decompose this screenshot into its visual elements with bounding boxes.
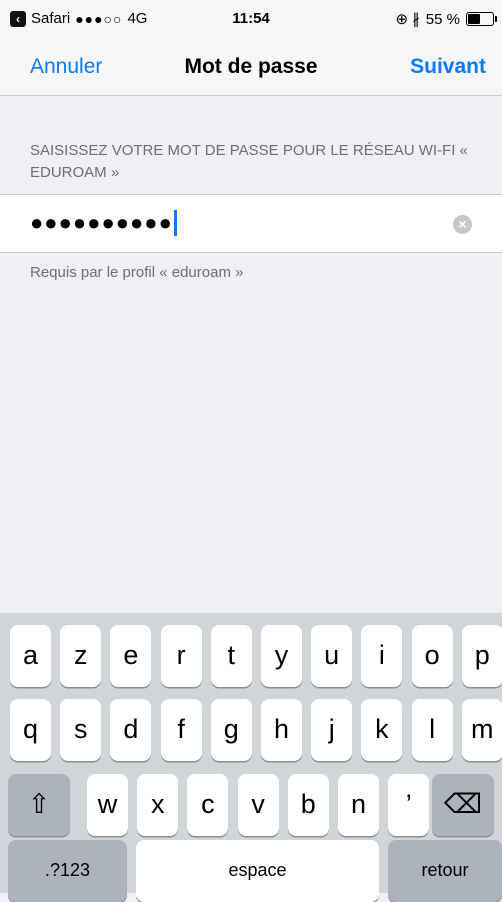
status-right: ⊕ ∦ 55 %	[395, 10, 497, 28]
profile-requirement-note: Requis par le profil « eduroam »	[30, 264, 244, 281]
key-q[interactable]: q	[10, 699, 51, 761]
status-bar: ‹ Safari ●●●○○ 4G 11:54 ⊕ ∦ 55 %	[0, 0, 502, 40]
key-n[interactable]: n	[338, 774, 379, 836]
shift-key[interactable]: ⇧	[8, 774, 70, 836]
key-f[interactable]: f	[160, 699, 202, 761]
key-w[interactable]: w	[87, 774, 128, 836]
password-field[interactable]: ●●●●●●●●●● ×	[0, 194, 502, 253]
text-caret	[173, 210, 177, 236]
key-c[interactable]: c	[187, 774, 229, 836]
key-t[interactable]: t	[210, 625, 252, 687]
key-a[interactable]: a	[10, 625, 51, 687]
battery-percent: 55 %	[425, 10, 460, 28]
key-m[interactable]: m	[461, 699, 502, 761]
key-h[interactable]: h	[261, 699, 302, 761]
key-u[interactable]: u	[311, 625, 353, 687]
key-o[interactable]: o	[411, 625, 453, 687]
key-p[interactable]: p	[461, 625, 502, 687]
delete-key[interactable]: ⌫	[432, 774, 494, 836]
battery-icon	[466, 12, 497, 26]
key-j[interactable]: j	[311, 699, 353, 761]
key-y[interactable]: y	[261, 625, 302, 687]
keyboard: azertyuiop qsdfghjklm ⇧ ⌫ w x c v b n’ .?123 …	[0, 613, 502, 902]
key-v[interactable]: v	[237, 774, 279, 836]
next-button[interactable]: Suivant	[410, 55, 486, 79]
password-value: ●●●●●●●●●●	[30, 210, 173, 235]
key-e[interactable]: e	[110, 625, 152, 687]
key-x[interactable]: x	[137, 774, 179, 836]
key-r[interactable]: r	[160, 625, 202, 687]
key-i[interactable]: i	[361, 625, 403, 687]
key-z[interactable]: z	[60, 625, 102, 687]
key-g[interactable]: g	[210, 699, 252, 761]
clear-text-icon[interactable]: ×	[453, 215, 472, 234]
key-k[interactable]: k	[361, 699, 403, 761]
cancel-button[interactable]: Annuler	[30, 55, 102, 79]
key-apostrophe[interactable]: ’	[388, 774, 430, 836]
key-s[interactable]: s	[60, 699, 102, 761]
navigation-bar: Annuler Mot de passe Suivant	[0, 40, 502, 96]
key-l[interactable]: l	[411, 699, 453, 761]
section-header: SAISISSEZ VOTRE MOT DE PASSE POUR LE RÉS…	[30, 142, 468, 181]
key-d[interactable]: d	[110, 699, 152, 761]
password-input[interactable]: ●●●●●●●●●●	[30, 210, 177, 236]
lock-bluetooth-icons: ⊕ ∦	[395, 11, 420, 28]
key-b[interactable]: b	[287, 774, 329, 836]
battery-fill	[468, 14, 480, 24]
